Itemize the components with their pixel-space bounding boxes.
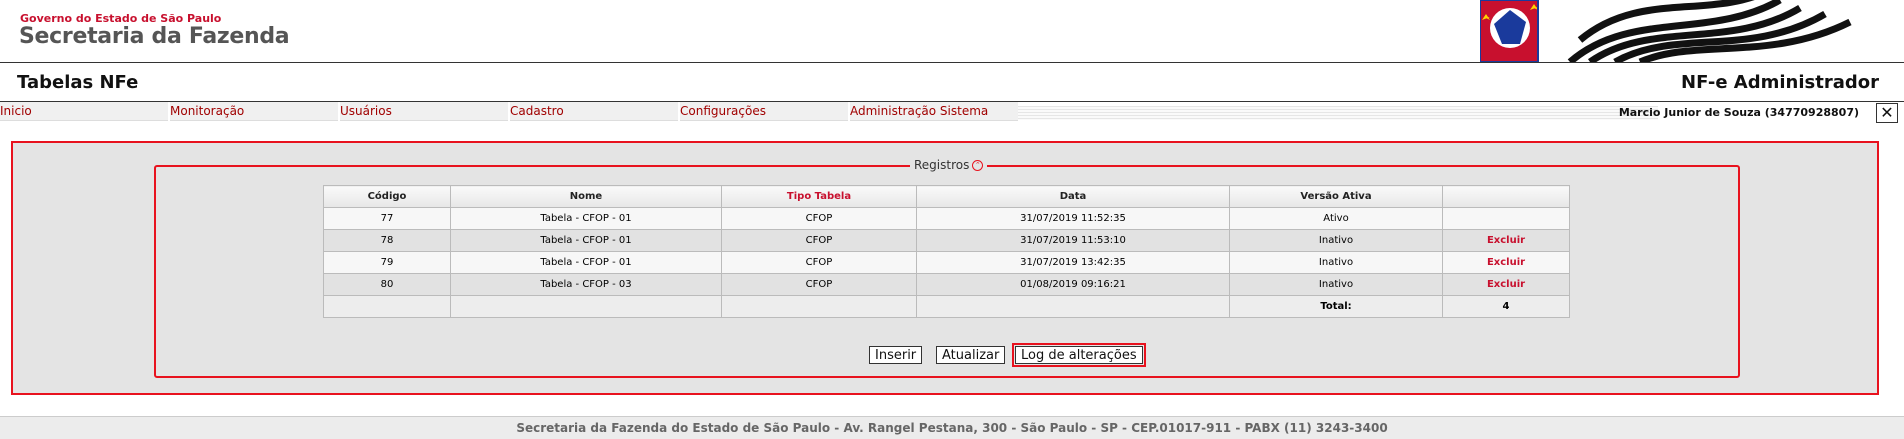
menu-item-inicio[interactable]: Inicio — [0, 102, 168, 121]
column-header-acao — [1442, 185, 1570, 208]
cell-data: 31/07/2019 11:52:35 — [916, 207, 1230, 230]
cell-versao: Inativo — [1229, 251, 1443, 274]
cell-versao: Inativo — [1229, 229, 1443, 252]
sao-paulo-flag-logo — [1480, 0, 1880, 62]
menu-item-cadastro[interactable]: Cadastro — [510, 102, 678, 121]
cell-codigo: 77 — [323, 207, 451, 230]
registros-legend-label: Registros — [914, 158, 970, 172]
cell-nome: Tabela - CFOP - 03 — [450, 273, 722, 296]
menu-item-configuracoes[interactable]: Configurações — [680, 102, 848, 121]
menu-filler — [1018, 106, 1658, 120]
cell-nome: Tabela - CFOP - 01 — [450, 207, 722, 230]
total-label: Total: — [1229, 295, 1443, 318]
log-alteracoes-button[interactable]: Log de alterações — [1012, 343, 1146, 367]
column-header-nome[interactable]: Nome — [450, 185, 722, 208]
column-header-tipo-tabela[interactable]: Tipo Tabela — [721, 185, 917, 208]
column-header-data[interactable]: Data — [916, 185, 1230, 208]
secretaria-logo-text: Secretaria da Fazenda — [19, 24, 290, 49]
atualizar-button[interactable]: Atualizar — [936, 346, 1006, 364]
column-header-versao-ativa[interactable]: Versão Ativa — [1229, 185, 1443, 208]
table-row: 80 Tabela - CFOP - 03 CFOP 01/08/2019 09… — [323, 273, 1570, 296]
footer-address: Secretaria da Fazenda do Estado de São P… — [516, 421, 1388, 435]
cell-data: 31/07/2019 11:53:10 — [916, 229, 1230, 252]
close-icon[interactable]: ✕ — [1876, 103, 1898, 123]
cell-empty — [916, 295, 1230, 318]
table-total-row: Total: 4 — [323, 295, 1570, 318]
site-header: Governo do Estado de São Paulo Secretari… — [0, 0, 1904, 62]
cell-acao — [1442, 207, 1570, 230]
excluir-link[interactable]: Excluir — [1442, 273, 1570, 296]
inserir-button[interactable]: Inserir — [869, 346, 923, 364]
total-value: 4 — [1442, 295, 1570, 318]
registros-table: Código Nome Tipo Tabela Data Versão Ativ… — [323, 185, 1570, 318]
cell-tipo: CFOP — [721, 273, 917, 296]
site-footer: Secretaria da Fazenda do Estado de São P… — [0, 416, 1904, 439]
cell-tipo: CFOP — [721, 251, 917, 274]
registros-legend[interactable]: Registros ⌃ — [910, 157, 988, 173]
menu-item-usuarios[interactable]: Usuários — [340, 102, 508, 121]
table-row: 78 Tabela - CFOP - 01 CFOP 31/07/2019 11… — [323, 229, 1570, 252]
excluir-link[interactable]: Excluir — [1442, 229, 1570, 252]
menu-item-administracao-sistema[interactable]: Administração Sistema — [850, 102, 1018, 121]
cell-codigo: 80 — [323, 273, 451, 296]
cell-empty — [450, 295, 722, 318]
cell-nome: Tabela - CFOP - 01 — [450, 229, 722, 252]
logged-user: Marcio Junior de Souza (34770928807) — [1618, 106, 1859, 119]
table-row: 77 Tabela - CFOP - 01 CFOP 31/07/2019 11… — [323, 207, 1570, 230]
collapse-circle-icon[interactable]: ⌃ — [972, 160, 984, 171]
cell-versao: Ativo — [1229, 207, 1443, 230]
cell-empty — [323, 295, 451, 318]
cell-tipo: CFOP — [721, 229, 917, 252]
page-title: Tabelas NFe — [17, 72, 139, 93]
cell-data: 31/07/2019 13:42:35 — [916, 251, 1230, 274]
excluir-link[interactable]: Excluir — [1442, 251, 1570, 274]
cell-data: 01/08/2019 09:16:21 — [916, 273, 1230, 296]
cell-versao: Inativo — [1229, 273, 1443, 296]
cell-codigo: 78 — [323, 229, 451, 252]
cell-empty — [721, 295, 917, 318]
cell-tipo: CFOP — [721, 207, 917, 230]
column-header-codigo[interactable]: Código — [323, 185, 451, 208]
table-row: 79 Tabela - CFOP - 01 CFOP 31/07/2019 13… — [323, 251, 1570, 274]
cell-codigo: 79 — [323, 251, 451, 274]
app-title: NF-e Administrador — [1681, 72, 1879, 93]
menu-item-monitoracao[interactable]: Monitoração — [170, 102, 338, 121]
table-header-row: Código Nome Tipo Tabela Data Versão Ativ… — [323, 185, 1570, 208]
cell-nome: Tabela - CFOP - 01 — [450, 251, 722, 274]
title-bar: Tabelas NFe NF-e Administrador — [0, 63, 1904, 101]
